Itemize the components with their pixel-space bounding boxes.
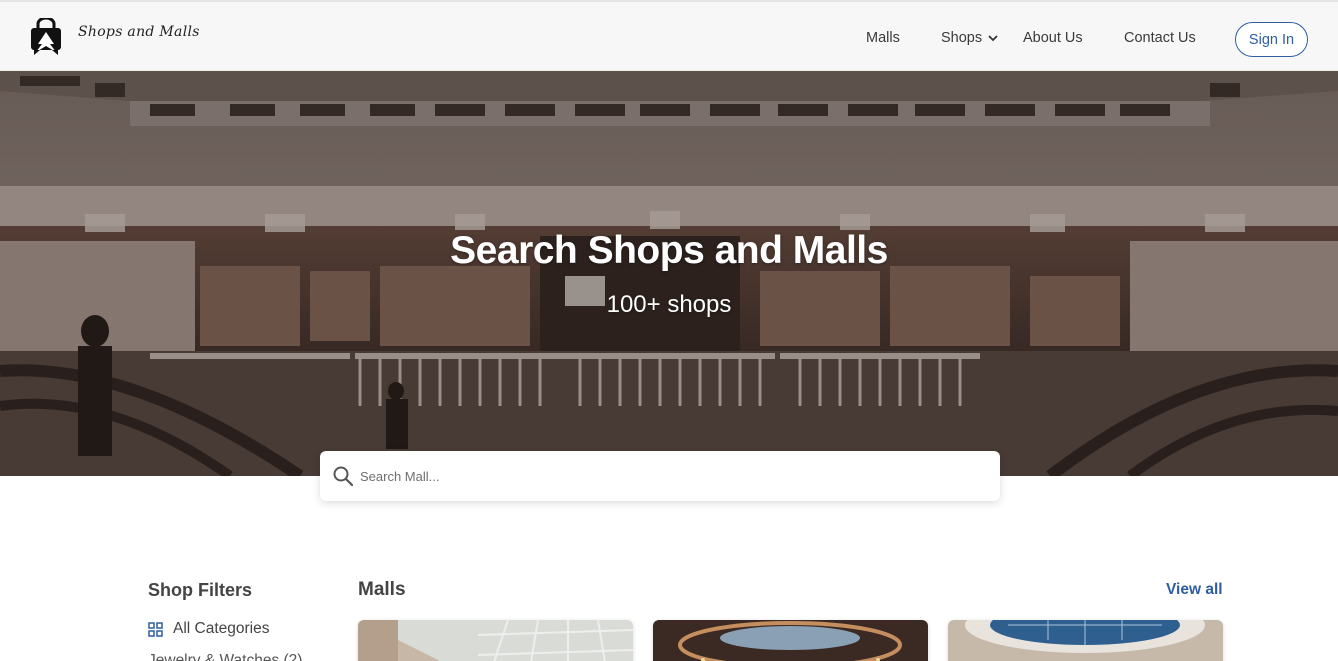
search-input[interactable] [360,468,960,484]
mall-card-image [358,620,633,661]
mall-card[interactable] [653,620,928,661]
main-nav: Malls Shops About Us Contact Us Sign In [0,2,1338,73]
malls-section-title: Malls [358,579,406,600]
nav-shops-dropdown[interactable]: Shops [941,30,998,46]
sign-in-button[interactable]: Sign In [1235,22,1308,57]
grid-icon [148,621,163,637]
hero-subtitle: 100+ shops [606,291,732,318]
search-icon [333,466,354,487]
mall-card-image [948,620,1223,661]
hero-banner: Search Shops and Malls 100+ shops [0,71,1338,476]
nav-shops-label: Shops [941,30,983,46]
hero-title: Search Shops and Malls [450,229,888,272]
nav-about[interactable]: About Us [1023,30,1083,46]
shop-filters-title: Shop Filters [148,580,253,600]
nav-malls[interactable]: Malls [866,30,900,46]
filter-jewelry-watches[interactable]: Jewelry & Watches (2) [148,652,302,661]
mall-search-bar[interactable] [320,451,1000,501]
mall-card[interactable] [358,620,633,661]
filter-all-categories[interactable]: All Categories [148,620,270,638]
filter-all-categories-label: All Categories [173,620,270,637]
mall-card-image [653,620,928,661]
chevron-down-icon [988,34,998,41]
nav-contact[interactable]: Contact Us [1124,30,1196,46]
mall-card[interactable] [948,620,1223,661]
hero-overlay [0,71,1338,476]
view-all-link[interactable]: View all [1166,581,1223,599]
top-navbar: Shops and Malls Malls Shops About Us Con… [0,0,1338,71]
